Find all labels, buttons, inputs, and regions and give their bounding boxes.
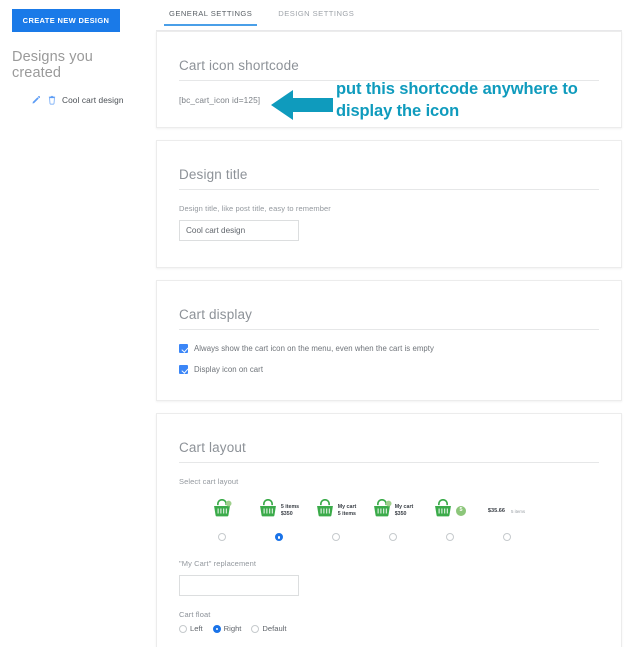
cart-layout-preview: $35.66 5 items [488, 498, 525, 524]
design-title-helper-text: Design title, like post title, easy to r… [179, 204, 331, 213]
shortcode-value[interactable]: [bc_cart_icon id=125] [179, 95, 599, 105]
my-cart-replacement-label: "My Cart" replacement [179, 559, 257, 568]
cart-layout-preview: 5 [433, 498, 466, 524]
cart-layout-radio-5[interactable] [502, 533, 511, 541]
app-root: CREATE NEW DESIGN Designs you created Co… [0, 0, 640, 647]
cart-count-badge: 5 [456, 506, 466, 516]
cart-float-label-default: Default [262, 624, 287, 633]
cart-layout-line1: 5 items [280, 504, 300, 511]
checkbox-display-icon-on-cart[interactable]: Display icon on cart [179, 365, 599, 374]
cart-layout-options: 5 items $350 My cart 5 items My cart $35… [179, 498, 599, 541]
checkbox-icon[interactable] [179, 344, 188, 353]
my-cart-replacement-input[interactable] [179, 575, 299, 596]
cart-layout-option-4[interactable]: 5 [421, 498, 478, 541]
card-title: Cart display [179, 307, 253, 322]
cart-layout-line1: My cart [337, 504, 357, 511]
cart-layout-line2: $350 [394, 511, 407, 517]
cart-layout-option-1[interactable]: 5 items $350 [250, 498, 307, 541]
cart-layout-line2: $350 [280, 511, 293, 517]
cart-layout-radio-1[interactable] [274, 533, 283, 541]
card-design-title: Design title Design title, like post tit… [156, 140, 622, 268]
card-cart-icon-shortcode: Cart icon shortcode [bc_cart_icon id=125… [156, 31, 622, 128]
design-title-input[interactable] [179, 220, 299, 241]
cart-layout-option-3[interactable]: My cart $350 [364, 498, 421, 541]
list-item[interactable]: Cool cart design [30, 94, 140, 105]
checkbox-always-show-cart-icon[interactable]: Always show the cart icon on the menu, e… [179, 344, 599, 353]
design-name-label: Cool cart design [62, 94, 124, 105]
divider [179, 80, 599, 81]
cart-float-radio-default[interactable] [251, 624, 260, 633]
cart-float-option-left[interactable]: Left [179, 624, 203, 633]
cart-basket-icon [372, 498, 392, 523]
cart-layout-preview: My cart 5 items [315, 498, 357, 524]
cart-layout-radio-0[interactable] [217, 533, 226, 541]
designs-list: Cool cart design [0, 94, 140, 105]
designs-you-created-heading: Designs you created [12, 49, 93, 81]
cart-layout-text: 5 items $350 [281, 504, 299, 518]
card-cart-layout: Cart layout Select cart layout 5 items $… [156, 413, 622, 647]
cart-layout-preview [212, 498, 232, 524]
cart-float-option-right[interactable]: Right [212, 624, 242, 633]
cart-layout-option-2[interactable]: My cart 5 items [307, 498, 364, 541]
settings-cards: Cart icon shortcode [bc_cart_icon id=125… [140, 31, 640, 647]
checkbox-label: Always show the cart icon on the menu, e… [194, 344, 434, 353]
checkbox-icon[interactable] [179, 365, 188, 374]
trash-icon[interactable] [46, 94, 57, 105]
divider [179, 329, 599, 330]
divider [179, 462, 599, 463]
cart-float-radio-left[interactable] [179, 624, 187, 633]
cart-layout-price: $35.66 [487, 508, 505, 514]
cart-float-label-right: Right [223, 624, 242, 633]
cart-layout-radio-2[interactable] [331, 533, 340, 541]
cart-basket-icon [433, 498, 453, 523]
tab-design-settings[interactable]: DESIGN SETTINGS [265, 0, 367, 26]
select-cart-layout-label: Select cart layout [179, 477, 239, 486]
card-title: Cart icon shortcode [179, 58, 299, 73]
cart-basket-icon [212, 498, 232, 523]
cart-layout-line2: 5 items [337, 511, 356, 517]
cart-float-label: Cart float [179, 610, 211, 619]
card-title: Cart layout [179, 440, 246, 455]
cart-layout-preview: 5 items $350 [258, 498, 299, 524]
checkbox-label: Display icon on cart [194, 365, 264, 374]
tab-bar: GENERAL SETTINGS DESIGN SETTINGS [140, 0, 640, 31]
main-content: GENERAL SETTINGS DESIGN SETTINGS Cart ic… [140, 0, 640, 647]
create-new-design-button[interactable]: CREATE NEW DESIGN [12, 9, 120, 32]
divider [179, 189, 599, 190]
cart-layout-option-0[interactable] [193, 498, 250, 541]
cart-basket-icon [258, 498, 278, 523]
cart-float-label-left: Left [190, 624, 203, 633]
cart-float-radio-right[interactable] [212, 624, 221, 633]
cart-layout-radio-4[interactable] [445, 533, 454, 541]
cart-float-option-default[interactable]: Default [251, 624, 286, 633]
tab-general-settings[interactable]: GENERAL SETTINGS [156, 0, 265, 26]
cart-layout-line1: My cart [394, 504, 414, 511]
card-title: Design title [179, 167, 248, 182]
cart-layout-radio-3[interactable] [388, 533, 397, 541]
cart-layout-items: 5 items [510, 508, 526, 514]
pencil-icon[interactable] [30, 94, 41, 105]
cart-layout-option-5[interactable]: $35.66 5 items [478, 498, 535, 541]
cart-layout-text: My cart 5 items [338, 504, 357, 518]
card-cart-display: Cart display Always show the cart icon o… [156, 280, 622, 401]
cart-layout-preview: My cart $350 [372, 498, 414, 524]
cart-layout-text: My cart $350 [395, 504, 414, 518]
cart-float-radio-group: Left Right Default [179, 624, 599, 633]
sidebar: CREATE NEW DESIGN Designs you created Co… [0, 0, 140, 647]
cart-basket-icon [315, 498, 335, 523]
